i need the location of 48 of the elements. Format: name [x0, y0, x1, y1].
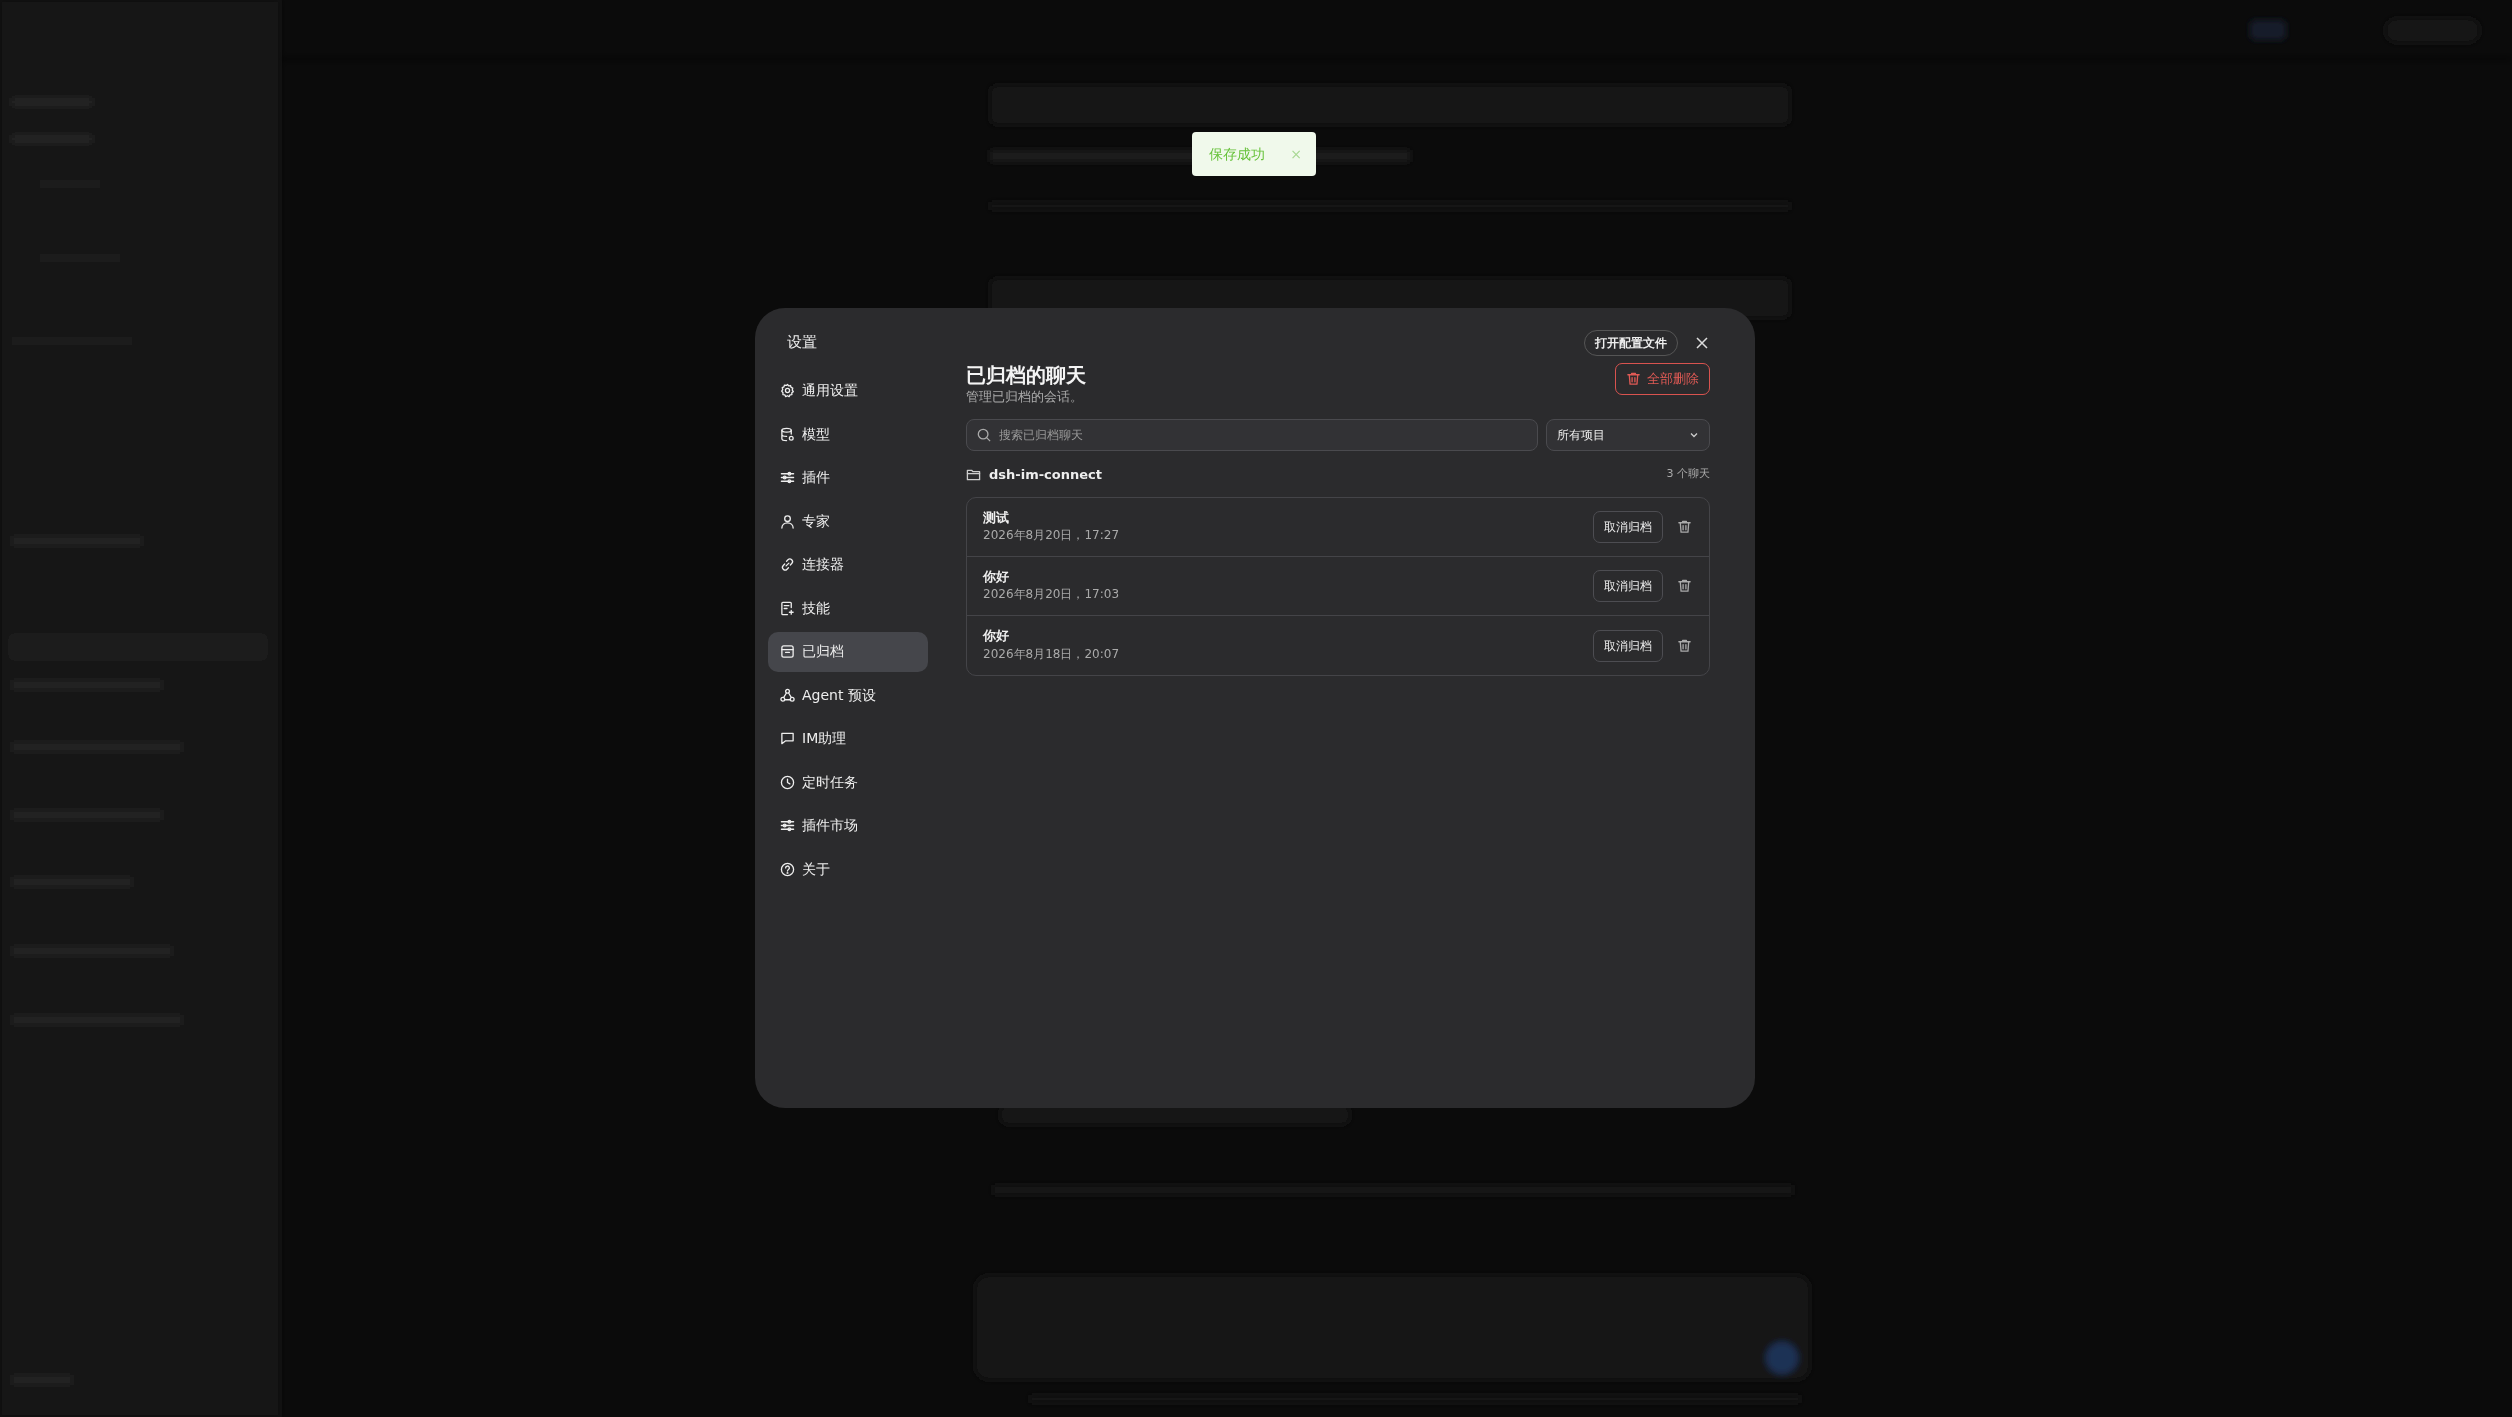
nav-item[interactable]: 插件 [768, 457, 928, 498]
gear-icon [780, 383, 795, 398]
dialog-title: 设置 [787, 332, 817, 353]
nodes-icon [780, 687, 795, 703]
nav-item[interactable]: 专家 [768, 501, 928, 541]
person-icon [780, 513, 795, 529]
document-icon [780, 600, 795, 616]
chat-title: 你好 [983, 628, 1010, 645]
archive-icon [780, 644, 795, 659]
link-icon [780, 557, 795, 572]
database-icon [780, 426, 795, 442]
delete-all-button[interactable]: 全部删除 [1615, 363, 1710, 395]
page-subtitle: 管理已归档的会话。 [966, 388, 1084, 406]
help-icon [780, 861, 795, 877]
clock-icon [780, 774, 795, 790]
sliders-icon [780, 470, 795, 485]
nav-item[interactable]: IM助理 [768, 718, 928, 759]
chat-time: 2026年8月20日，17:03 [983, 586, 1121, 604]
search-field[interactable]: 搜索已归档聊天 [966, 418, 1538, 451]
delete-button[interactable] [1677, 519, 1693, 535]
nav-item[interactable]: 插件市场 [768, 805, 928, 846]
nav-item[interactable]: 定时任务 [768, 762, 928, 802]
nav-item[interactable]: 连接器 [768, 544, 928, 585]
nav-item[interactable]: 已归档 [768, 631, 928, 672]
toast-message: 保存成功 [1209, 144, 1265, 164]
project-name: dsh-im-connect [989, 465, 1102, 484]
sliders-icon [780, 818, 795, 833]
delete-button[interactable] [1677, 637, 1693, 654]
chat-title: 你好 [983, 568, 1010, 586]
chat-title: 测试 [983, 509, 1010, 527]
chat-time: 2026年8月18日，20:07 [983, 645, 1121, 663]
delete-button[interactable] [1677, 578, 1693, 594]
search-icon [977, 427, 991, 442]
chat-count: 3 个聊天 [1666, 466, 1710, 482]
unarchive-button[interactable]: 取消归档 [1593, 570, 1663, 602]
page-title: 已归档的聊天 [966, 363, 1086, 387]
chat-icon [780, 731, 795, 746]
chat-time: 2026年8月20日，17:27 [983, 527, 1121, 545]
nav-item[interactable]: 技能 [768, 588, 928, 628]
nav-item[interactable]: 通用设置 [768, 370, 928, 411]
nav-item[interactable]: 模型 [768, 414, 928, 454]
trash-icon [1626, 371, 1641, 387]
unarchive-button[interactable]: 取消归档 [1593, 511, 1663, 543]
unarchive-button[interactable]: 取消归档 [1593, 629, 1663, 662]
project-dropdown[interactable]: 所有项目 [1546, 418, 1710, 451]
close-icon[interactable] [1694, 335, 1710, 351]
nav-item[interactable]: 关于 [768, 849, 928, 889]
nav-item[interactable]: Agent 预设 [768, 675, 928, 715]
